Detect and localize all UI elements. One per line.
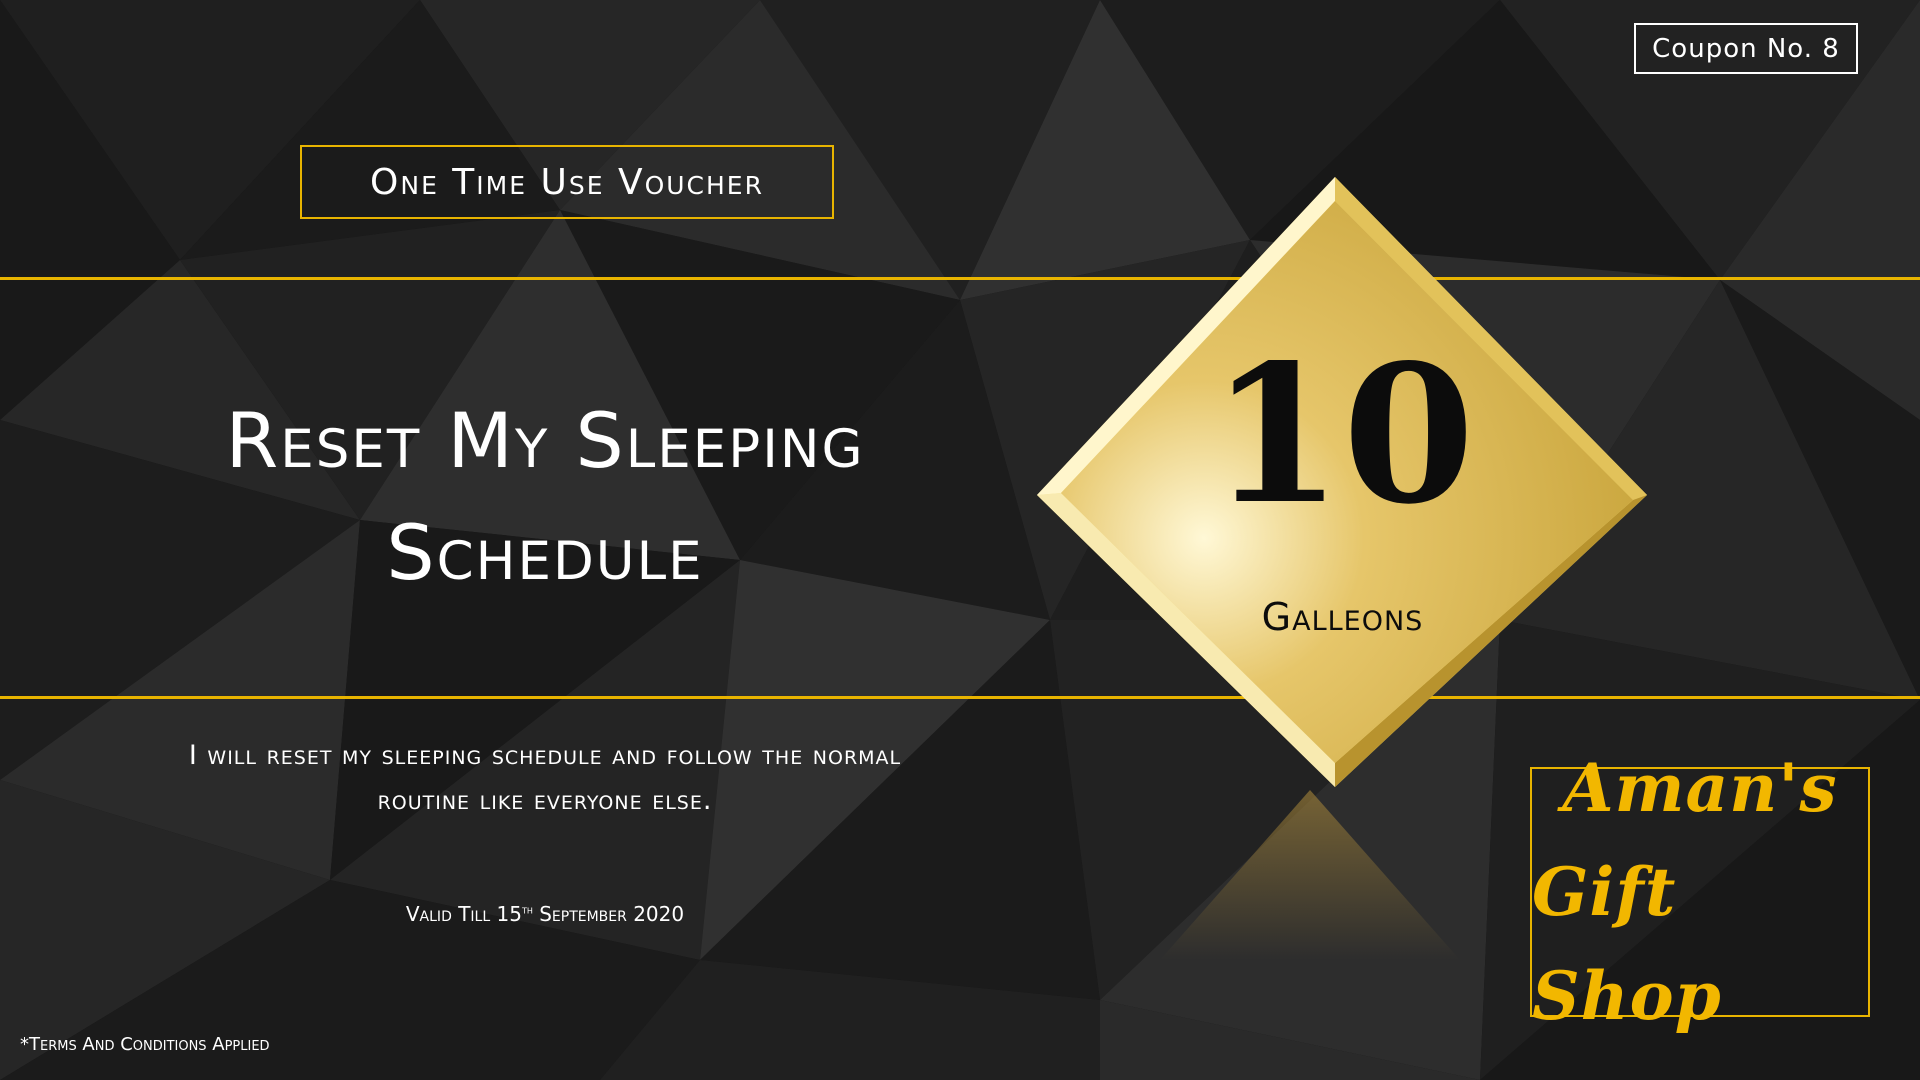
- shop-logo-box: Aman's Gift Shop: [1530, 749, 1870, 1035]
- diamond-reflection: [1160, 790, 1460, 960]
- one-time-use-badge: One Time Use Voucher: [300, 145, 834, 219]
- validity-prefix: Valid Till 15: [405, 902, 522, 926]
- validity-date: Valid Till 15th September 2020: [120, 902, 970, 926]
- price-diamond: 10 Galleons: [1035, 175, 1650, 790]
- price-currency: Galleons: [1261, 595, 1424, 639]
- voucher-description: I will reset my sleeping schedule and fo…: [120, 733, 970, 823]
- validity-ordinal: th: [521, 902, 533, 917]
- price-value: 10: [1210, 323, 1475, 546]
- validity-rest: September 2020: [532, 902, 685, 926]
- voucher-description-line-2: routine like everyone else.: [377, 785, 713, 816]
- shop-name-line-2: Gift Shop: [1532, 853, 1722, 1035]
- voucher-title-line-1: Reset My Sleeping: [225, 396, 865, 485]
- voucher-description-line-1: I will reset my sleeping schedule and fo…: [188, 740, 902, 771]
- terms-note: *Terms And Conditions Applied: [20, 1034, 270, 1055]
- voucher-card: Coupon No. 8 One Time Use Voucher Reset …: [0, 0, 1920, 1080]
- coupon-number-badge: Coupon No. 8: [1634, 23, 1858, 74]
- shop-name-line-1: Aman's: [1562, 749, 1838, 827]
- voucher-title: Reset My Sleeping Schedule: [120, 385, 970, 609]
- voucher-title-line-2: Schedule: [386, 508, 704, 597]
